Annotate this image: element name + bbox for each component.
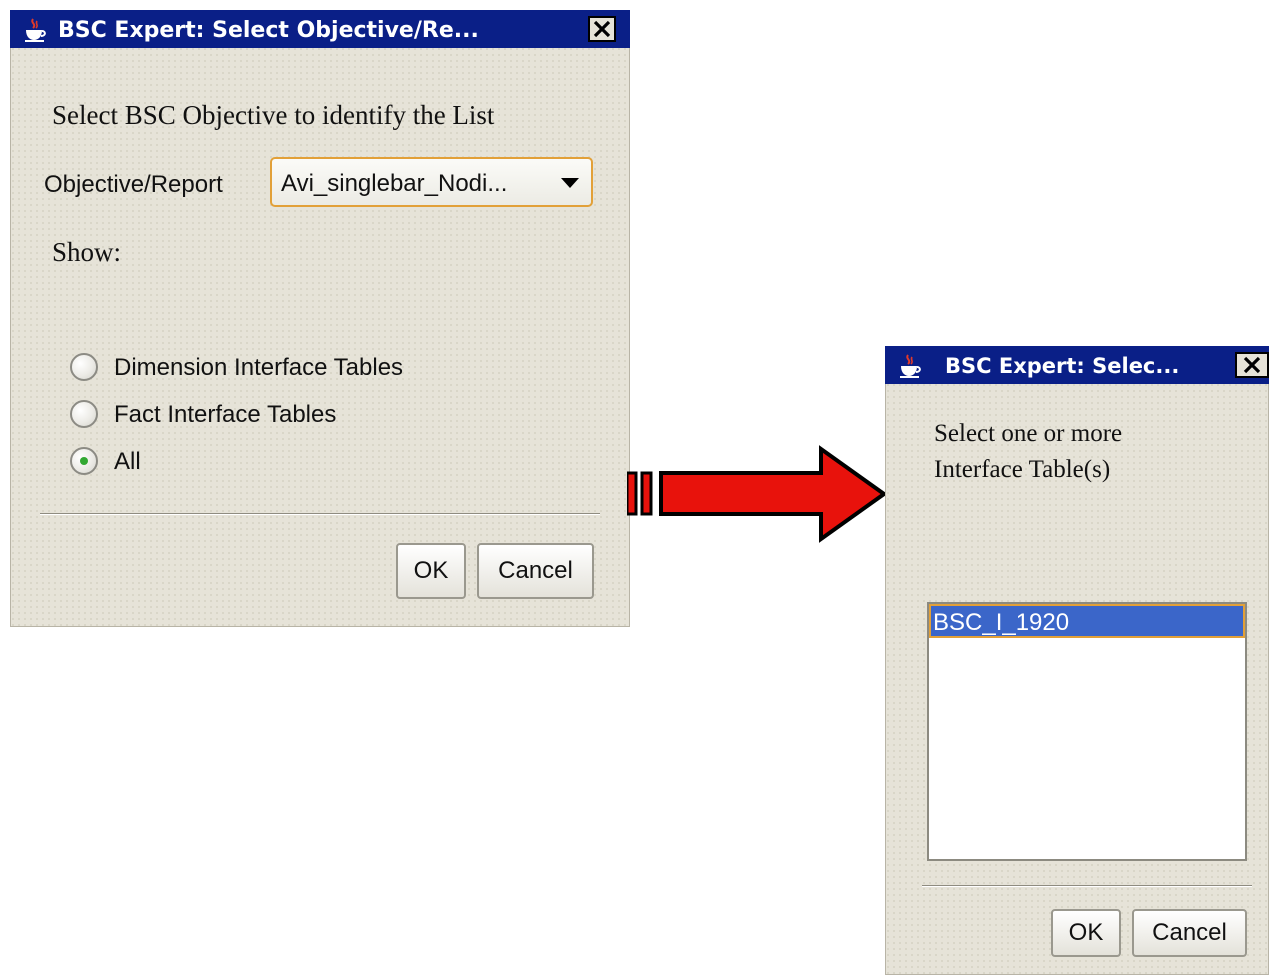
radio-label: All <box>114 448 141 475</box>
objective-report-dropdown[interactable]: Avi_singlebar_Nodi... <box>270 157 593 207</box>
instruction-text: Select BSC Objective to identify the Lis… <box>52 100 495 130</box>
radio-dimension-interface-tables[interactable]: Dimension Interface Tables <box>70 351 490 385</box>
selected-dot <box>80 457 88 465</box>
list-item-selected[interactable]: BSC_I_1920 <box>929 604 1245 638</box>
window-title: BSC Expert: Selec... <box>945 354 1180 378</box>
ok-button[interactable]: OK <box>1051 909 1121 957</box>
java-cup-icon <box>900 354 921 378</box>
radio-button[interactable] <box>70 400 98 428</box>
cancel-button[interactable]: Cancel <box>1132 909 1247 957</box>
triangle-down-icon <box>561 178 579 188</box>
radio-label: Dimension Interface Tables <box>114 354 404 381</box>
separator <box>40 513 600 515</box>
close-x-icon <box>593 20 611 38</box>
objective-label: Objective/Report <box>44 171 223 198</box>
window-title: BSC Expert: Select Objective/Re... <box>58 18 479 43</box>
radio-button[interactable] <box>70 353 98 381</box>
interface-table-list[interactable]: BSC_I_1920 <box>927 602 1247 861</box>
flow-right-arrow <box>627 445 887 543</box>
radio-button-selected[interactable] <box>70 447 98 475</box>
cancel-button[interactable]: Cancel <box>477 543 594 599</box>
separator <box>922 885 1252 887</box>
close-button[interactable] <box>1235 352 1269 378</box>
radio-label: Fact Interface Tables <box>114 401 337 428</box>
title-bar[interactable]: BSC Expert: Selec... <box>885 346 1269 384</box>
show-label: Show: <box>52 237 122 267</box>
close-x-icon <box>1243 356 1261 374</box>
radio-fact-interface-tables[interactable]: Fact Interface Tables <box>70 398 410 432</box>
dropdown-value: Avi_singlebar_Nodi... <box>281 170 508 197</box>
instruction-line-2: Interface Table(s) <box>934 456 1111 483</box>
radio-all[interactable]: All <box>70 445 180 479</box>
ok-button[interactable]: OK <box>396 543 466 599</box>
java-cup-icon <box>25 18 46 42</box>
title-bar[interactable]: BSC Expert: Select Objective/Re... <box>10 10 630 48</box>
close-button[interactable] <box>588 16 616 42</box>
instruction-line-1: Select one or more <box>934 420 1123 447</box>
